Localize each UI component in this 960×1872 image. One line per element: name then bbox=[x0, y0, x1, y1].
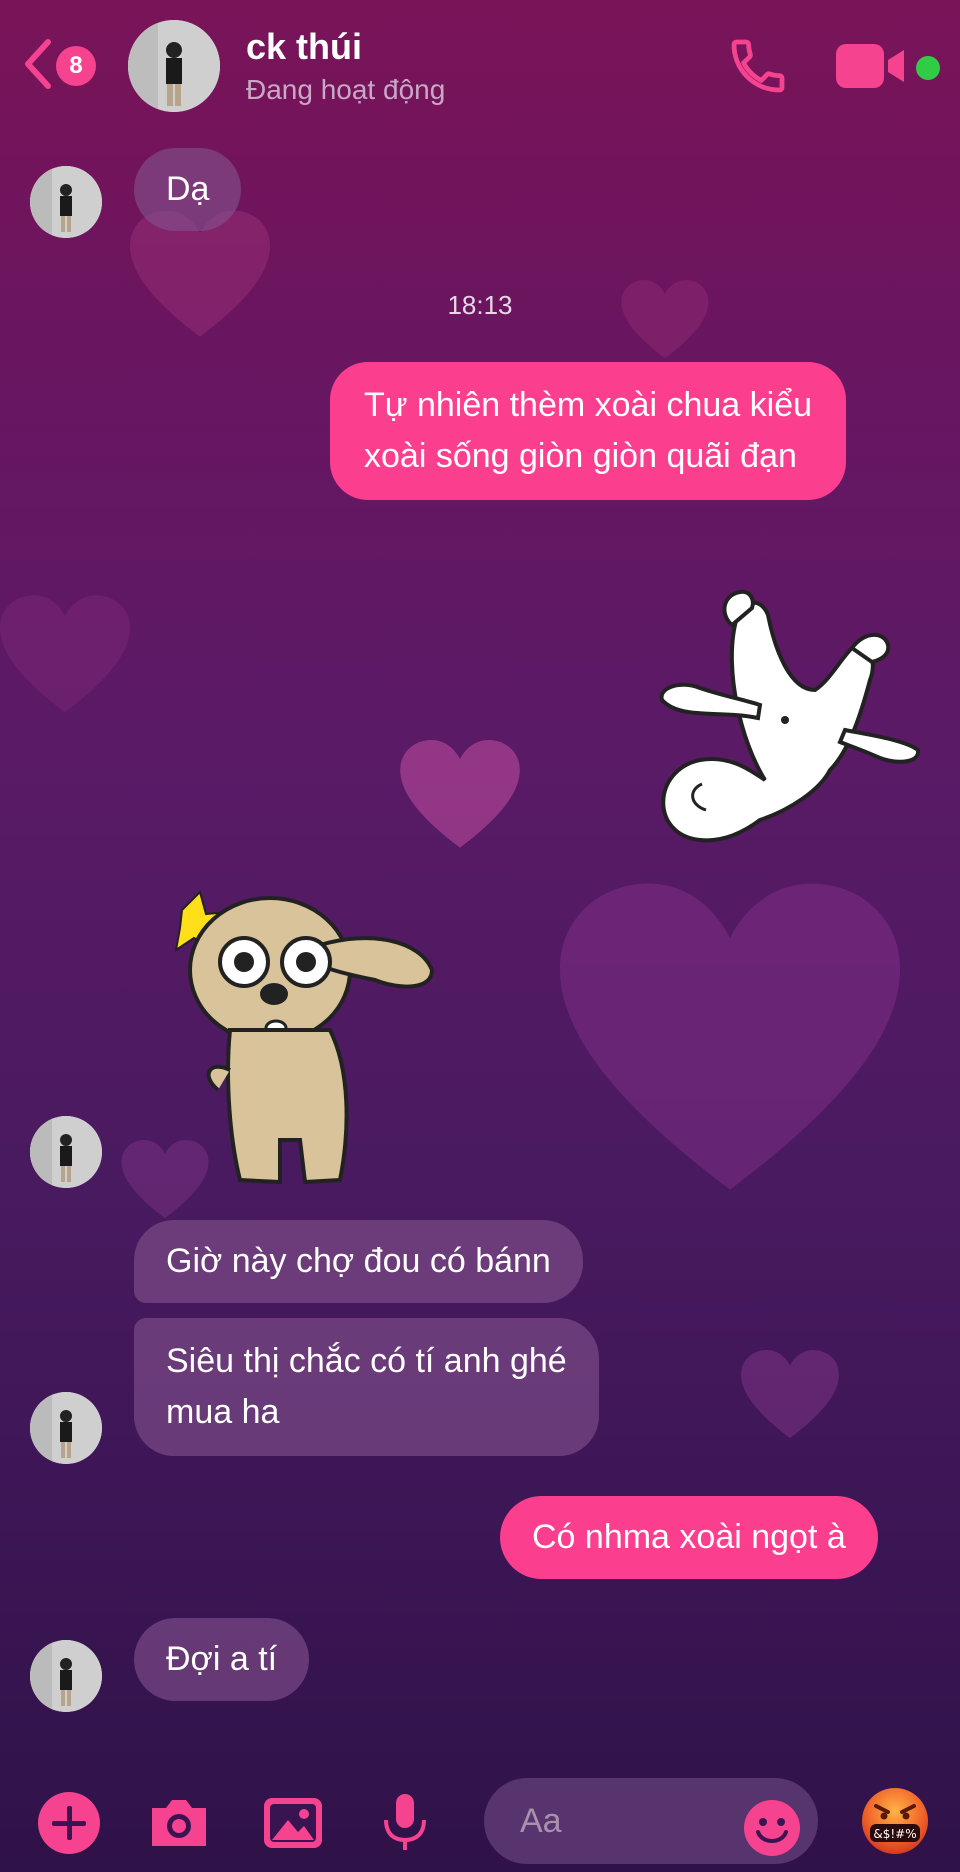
contact-avatar[interactable] bbox=[128, 20, 220, 112]
message-timestamp: 18:13 bbox=[447, 290, 513, 320]
message-line: xoài sống giòn giòn quãi đạn bbox=[364, 437, 797, 475]
smile-icon[interactable] bbox=[742, 1798, 802, 1858]
back-button[interactable]: 8 bbox=[22, 36, 106, 92]
phone-icon[interactable] bbox=[726, 34, 790, 98]
angry-face-label: &$!#% bbox=[873, 1827, 916, 1841]
sender-avatar[interactable] bbox=[30, 166, 102, 238]
chevron-left-icon bbox=[25, 39, 51, 89]
contact-status: Đang hoạt động bbox=[246, 74, 446, 105]
image-icon[interactable] bbox=[260, 1790, 326, 1856]
angry-face-icon[interactable]: &$!#% bbox=[860, 1786, 930, 1856]
message-input[interactable] bbox=[484, 1801, 744, 1841]
plus-icon[interactable] bbox=[36, 1790, 102, 1856]
message-incoming[interactable]: Siêu thị chắc có tí anh ghé mua ha bbox=[134, 1318, 599, 1456]
message-line: Siêu thị chắc có tí anh ghé bbox=[166, 1342, 567, 1380]
sender-avatar[interactable] bbox=[30, 1392, 102, 1464]
message-line: Tự nhiên thèm xoài chua kiểu bbox=[364, 386, 813, 424]
white-cat-sticker[interactable] bbox=[640, 570, 930, 850]
background-hearts bbox=[0, 0, 960, 1872]
surprised-dog-sticker[interactable] bbox=[170, 890, 440, 1190]
online-status-dot bbox=[916, 56, 940, 80]
message-incoming[interactable]: Dạ bbox=[134, 148, 242, 231]
chat-header: 8 ck thúi Đang hoạt động bbox=[0, 0, 960, 130]
sender-avatar[interactable] bbox=[30, 1116, 102, 1188]
message-line: mua ha bbox=[166, 1393, 280, 1431]
message-incoming[interactable]: Đợi a tí bbox=[134, 1618, 310, 1701]
message-outgoing[interactable]: Tự nhiên thèm xoài chua kiểu xoài sống g… bbox=[330, 362, 847, 500]
unread-badge: 8 bbox=[56, 46, 96, 86]
camera-icon[interactable] bbox=[146, 1790, 212, 1856]
microphone-icon[interactable] bbox=[372, 1790, 438, 1856]
composer-bar: &$!#% bbox=[0, 1772, 960, 1872]
sender-avatar[interactable] bbox=[30, 1640, 102, 1712]
video-camera-icon[interactable] bbox=[834, 38, 910, 94]
message-incoming[interactable]: Giờ này chợ đou có bánn bbox=[134, 1220, 583, 1303]
message-outgoing[interactable]: Có nhma xoài ngọt à bbox=[500, 1496, 878, 1579]
contact-name[interactable]: ck thúi bbox=[246, 26, 362, 68]
